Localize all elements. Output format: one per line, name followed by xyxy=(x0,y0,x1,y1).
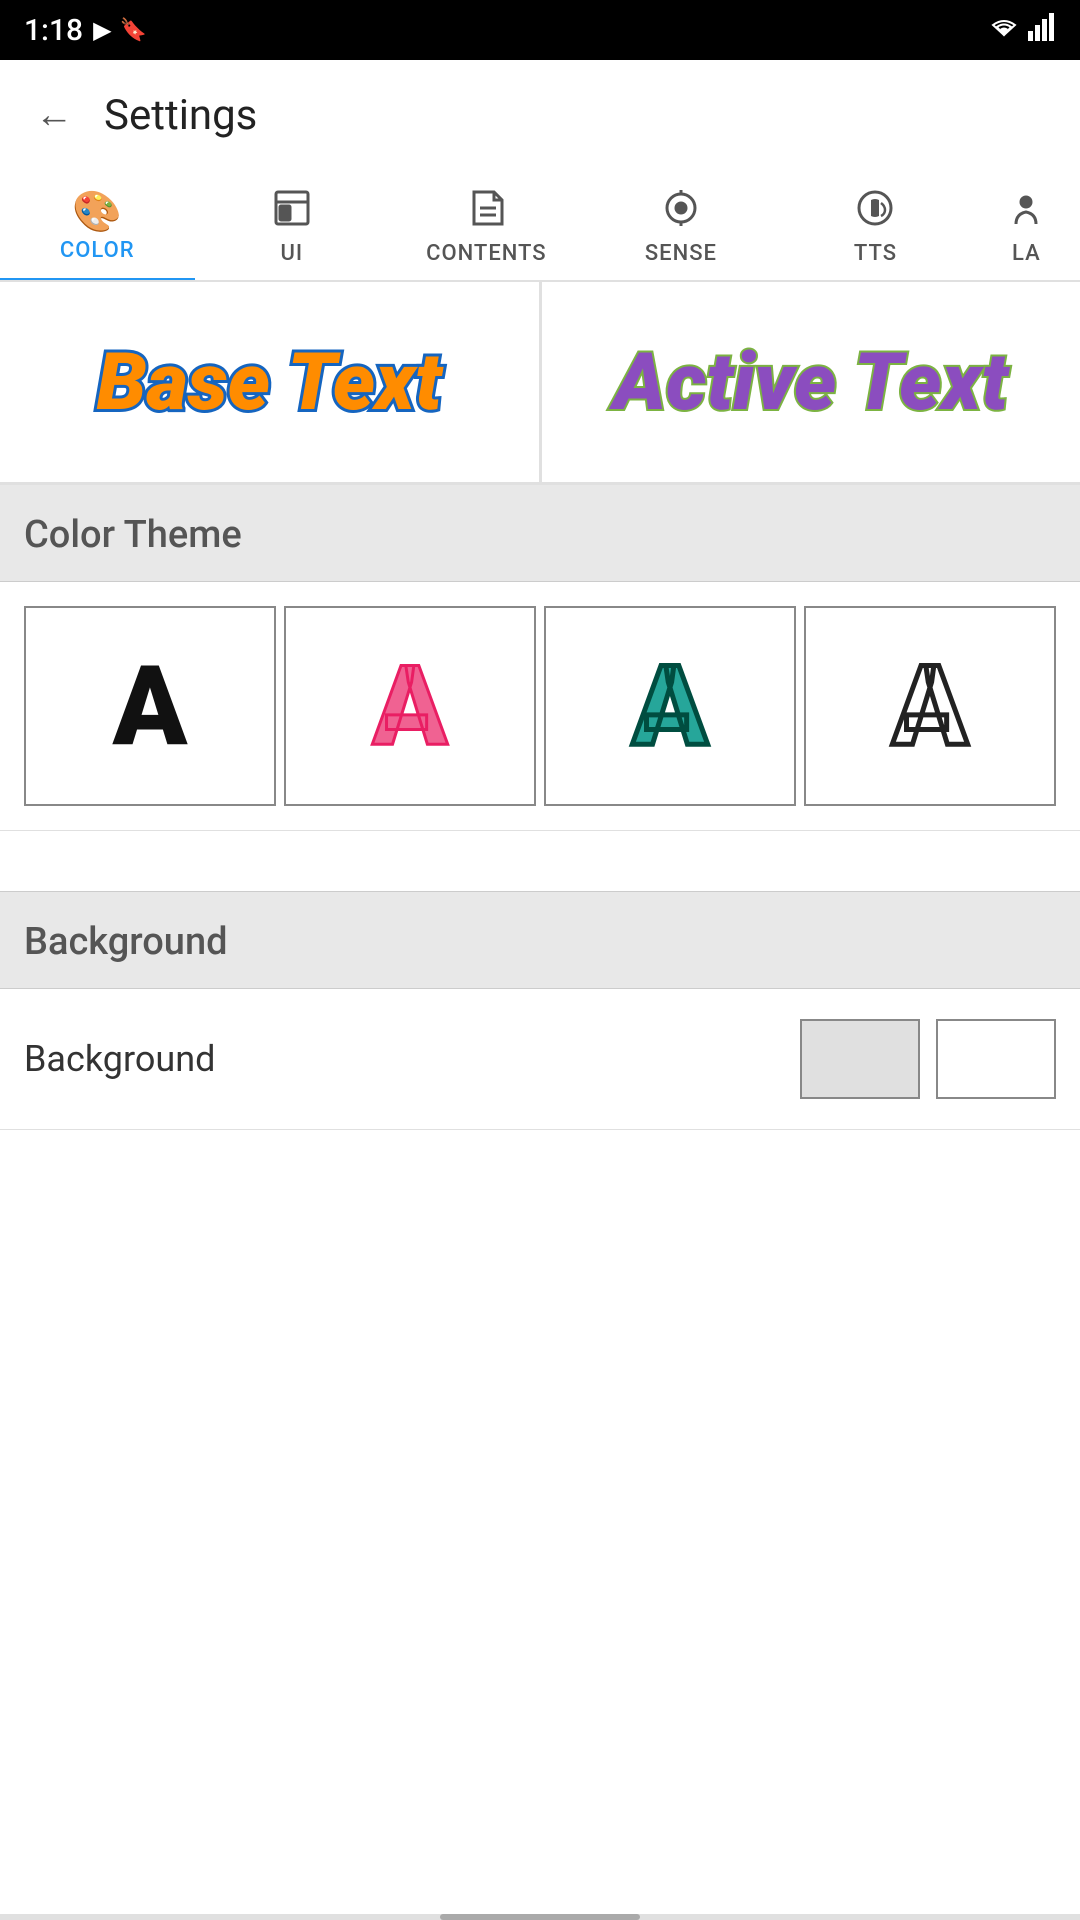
wifi-icon xyxy=(988,13,1020,47)
tab-sense[interactable]: SENSE xyxy=(584,170,779,280)
page-title: Settings xyxy=(104,91,257,140)
theme-options: A A A A xyxy=(0,582,1080,831)
theme-letter-outline: A xyxy=(893,642,968,771)
theme-letter-black: A xyxy=(113,642,188,771)
sense-icon xyxy=(661,188,701,235)
tab-la-label: LA xyxy=(1012,241,1041,266)
la-icon xyxy=(1006,188,1046,235)
palette-icon: 🎨 xyxy=(72,192,122,232)
tab-bar: 🎨 COLOR UI CONTENTS xyxy=(0,170,1080,282)
color-theme-section-header: Color Theme xyxy=(0,485,1080,582)
theme-letter-pink: A xyxy=(373,642,448,771)
notification-icon-1: ▶ xyxy=(93,16,111,44)
scroll-indicator xyxy=(0,1914,1080,1920)
contents-icon xyxy=(466,188,506,235)
bg-swatches xyxy=(800,1019,1056,1099)
tab-contents[interactable]: CONTENTS xyxy=(389,170,584,280)
active-text-preview: Active Text xyxy=(613,335,1008,429)
status-time: 1:18 xyxy=(24,13,83,48)
notification-icon-2: 🔖 xyxy=(120,18,147,43)
tab-ui[interactable]: UI xyxy=(195,170,390,280)
preview-active[interactable]: Active Text xyxy=(542,282,1080,482)
preview-area: Base Text Active Text xyxy=(0,282,1080,485)
theme-letter-teal: A xyxy=(633,642,708,771)
bg-swatch-gray[interactable] xyxy=(800,1019,920,1099)
base-text-preview: Base Text xyxy=(97,335,442,429)
back-arrow-icon: ← xyxy=(35,93,73,137)
ui-icon xyxy=(272,188,312,235)
tab-contents-label: CONTENTS xyxy=(426,241,547,266)
theme-option-pink[interactable]: A xyxy=(284,606,536,806)
preview-base[interactable]: Base Text xyxy=(0,282,542,482)
background-title: Background xyxy=(24,920,228,964)
top-bar: ← Settings xyxy=(0,60,1080,170)
tab-tts[interactable]: TTS xyxy=(778,170,973,280)
scroll-thumb xyxy=(440,1914,640,1920)
background-row-label: Background xyxy=(24,1038,215,1080)
status-bar: 1:18 ▶ 🔖 xyxy=(0,0,1080,60)
tab-color[interactable]: 🎨 COLOR xyxy=(0,170,195,280)
signal-icon xyxy=(1028,13,1056,47)
bg-swatch-white[interactable] xyxy=(936,1019,1056,1099)
background-section-header: Background xyxy=(0,891,1080,989)
theme-option-outline[interactable]: A xyxy=(804,606,1056,806)
tts-icon xyxy=(855,188,895,235)
tab-la[interactable]: LA xyxy=(973,170,1080,280)
background-row: Background xyxy=(0,989,1080,1130)
tab-ui-label: UI xyxy=(281,241,304,266)
theme-option-black[interactable]: A xyxy=(24,606,276,806)
theme-option-teal[interactable]: A xyxy=(544,606,796,806)
tab-color-label: COLOR xyxy=(60,238,135,263)
tab-tts-label: TTS xyxy=(854,241,897,266)
tab-sense-label: SENSE xyxy=(645,241,717,266)
spacer-1 xyxy=(0,831,1080,891)
color-theme-title: Color Theme xyxy=(24,513,242,557)
back-button[interactable]: ← xyxy=(24,85,84,145)
